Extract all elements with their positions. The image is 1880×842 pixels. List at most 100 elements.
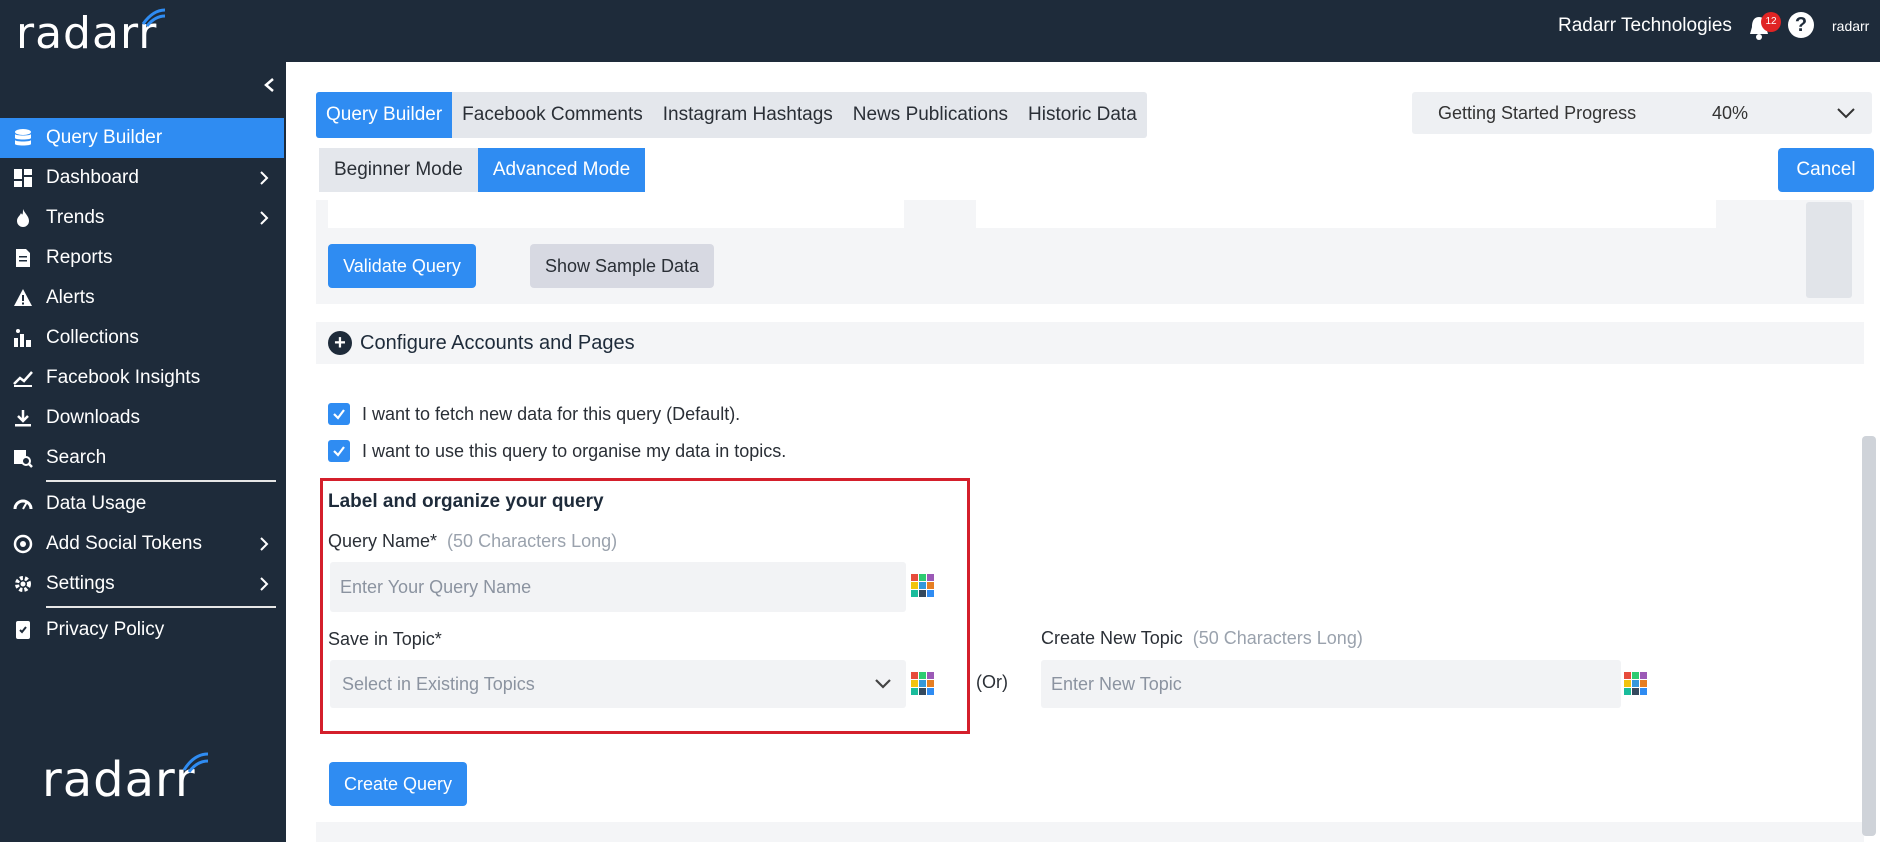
advanced-mode-button[interactable]: Advanced Mode <box>477 148 646 192</box>
save-topic-label: Save in Topic* <box>328 629 442 649</box>
sidebar-item-label: Downloads <box>46 407 140 428</box>
show-sample-data-button[interactable]: Show Sample Data <box>530 244 714 288</box>
validate-query-button[interactable]: Validate Query <box>328 244 476 288</box>
search-icon <box>0 438 46 478</box>
sidebar-item-dashboard[interactable]: Dashboard <box>0 158 284 198</box>
sidebar-item-label: Reports <box>46 247 113 268</box>
color-grid-icon[interactable] <box>911 672 935 696</box>
sidebar-item-label: Facebook Insights <box>46 367 201 388</box>
mode-switch: Beginner Mode Advanced Mode <box>319 148 646 192</box>
create-query-button[interactable]: Create Query <box>329 762 467 806</box>
download-icon <box>0 398 46 438</box>
sidebar-item-label: Alerts <box>46 287 95 308</box>
query-name-input[interactable]: Enter Your Query Name <box>330 562 906 612</box>
new-topic-label: Create New Topic (50 Characters Long) <box>1041 628 1363 649</box>
sidebar-divider <box>46 606 276 608</box>
sidebar-item-label: Search <box>46 447 107 468</box>
sidebar-item-settings[interactable]: Settings <box>0 564 284 604</box>
sidebar-item-add-social-tokens[interactable]: Add Social Tokens <box>0 524 284 564</box>
collections-icon <box>0 318 46 358</box>
sidebar-item-label: Collections <box>46 327 139 348</box>
gauge-icon <box>0 484 46 524</box>
chevron-right-icon <box>260 171 269 185</box>
document-icon <box>0 238 46 278</box>
color-grid-icon[interactable] <box>911 574 935 598</box>
sidebar-item-facebook-insights[interactable]: Facebook Insights <box>0 358 284 398</box>
checkbox-checked-icon[interactable] <box>328 440 350 462</box>
getting-started-progress[interactable]: Getting Started Progress 40% <box>1412 92 1872 134</box>
sidebar-item-trends[interactable]: Trends <box>0 198 284 238</box>
collapse-sidebar-icon[interactable] <box>263 78 277 92</box>
checkbox-label: I want to fetch new data for this query … <box>362 403 741 424</box>
sidebar-item-collections[interactable]: Collections <box>0 318 284 358</box>
database-icon <box>0 118 46 158</box>
checkbox-label: I want to use this query to organise my … <box>362 440 787 461</box>
configure-title: Configure Accounts and Pages <box>360 332 635 354</box>
tab-news-publications[interactable]: News Publications <box>843 92 1018 138</box>
tab-facebook-comments[interactable]: Facebook Comments <box>452 92 653 138</box>
main-content: Query Builder Facebook Comments Instagra… <box>286 62 1880 842</box>
footer-logo-text: radarr <box>42 752 196 808</box>
chevron-down-icon <box>1837 108 1855 119</box>
sidebar-item-label: Settings <box>46 573 115 594</box>
sidebar-item-data-usage[interactable]: Data Usage <box>0 484 284 524</box>
sidebar-item-label: Add Social Tokens <box>46 533 202 554</box>
topic-select[interactable]: Select in Existing Topics <box>330 660 906 708</box>
new-topic-label-text: Create New Topic <box>1041 628 1183 648</box>
sidebar-item-label: Privacy Policy <box>46 619 165 640</box>
source-tabs: Query Builder Facebook Comments Instagra… <box>316 92 1147 138</box>
cancel-button[interactable]: Cancel <box>1778 148 1874 192</box>
new-topic-input[interactable]: Enter New Topic <box>1041 660 1621 708</box>
mini-logo[interactable]: radarr <box>1832 18 1869 34</box>
organize-title: Label and organize your query <box>328 491 604 512</box>
query-name-label: Query Name* (50 Characters Long) <box>328 531 617 552</box>
or-separator: (Or) <box>976 672 1008 692</box>
chevron-right-icon <box>260 577 269 591</box>
sidebar-item-privacy-policy[interactable]: Privacy Policy <box>0 610 284 650</box>
notification-badge: 12 <box>1761 12 1781 32</box>
query-editor-box[interactable] <box>328 200 904 228</box>
checkbox-checked-icon[interactable] <box>328 403 350 425</box>
fetch-new-data-checkbox-row[interactable]: I want to fetch new data for this query … <box>328 402 740 426</box>
sidebar-item-downloads[interactable]: Downloads <box>0 398 284 438</box>
configure-accounts-section[interactable]: + Configure Accounts and Pages <box>316 322 1864 364</box>
signal-wave-icon <box>142 8 166 27</box>
progress-label: Getting Started Progress <box>1438 103 1637 123</box>
progress-value: 40% <box>1712 103 1749 123</box>
tab-query-builder[interactable]: Query Builder <box>316 92 453 138</box>
chevron-right-icon <box>260 211 269 225</box>
expand-plus-icon[interactable]: + <box>328 331 352 355</box>
fire-icon <box>0 198 46 238</box>
organise-topics-checkbox-row[interactable]: I want to use this query to organise my … <box>328 439 786 463</box>
sidebar-item-query-builder[interactable]: Query Builder <box>0 118 284 158</box>
signal-wave-icon <box>182 752 208 773</box>
bottom-section-edge <box>316 822 1864 842</box>
gear-icon <box>0 564 46 604</box>
chevron-down-icon[interactable] <box>874 678 892 690</box>
sidebar-item-alerts[interactable]: Alerts <box>0 278 284 318</box>
sidebar: Query Builder Dashboard Trends Reports A… <box>0 62 286 842</box>
query-name-label-text: Query Name* <box>328 531 438 551</box>
sidebar-item-label: Trends <box>46 207 105 228</box>
query-editor-section: Validate Query Show Sample Data <box>316 200 1864 304</box>
org-name[interactable]: Radarr Technologies <box>1558 15 1732 37</box>
sidebar-item-search[interactable]: Search <box>0 438 284 478</box>
sidebar-item-reports[interactable]: Reports <box>0 238 284 278</box>
tab-instagram-hashtags[interactable]: Instagram Hashtags <box>653 92 843 138</box>
token-icon <box>0 524 46 564</box>
chevron-right-icon <box>260 537 269 551</box>
panel-scroll-handle[interactable] <box>1806 202 1852 298</box>
sidebar-item-label: Data Usage <box>46 493 147 514</box>
app-logo[interactable]: radarr <box>16 8 166 59</box>
chart-icon <box>0 358 46 398</box>
main-scrollbar[interactable] <box>1862 436 1876 836</box>
alert-icon <box>0 278 46 318</box>
query-preview-box[interactable] <box>976 200 1716 228</box>
color-grid-icon[interactable] <box>1624 672 1648 696</box>
sidebar-item-label: Dashboard <box>46 167 139 188</box>
help-icon[interactable]: ? <box>1788 12 1814 38</box>
top-bar: radarr Radarr Technologies 12 ? radarr <box>0 0 1880 62</box>
beginner-mode-button[interactable]: Beginner Mode <box>319 148 478 192</box>
tab-historic-data[interactable]: Historic Data <box>1018 92 1147 138</box>
topic-select-placeholder: Select in Existing Topics <box>342 673 535 694</box>
